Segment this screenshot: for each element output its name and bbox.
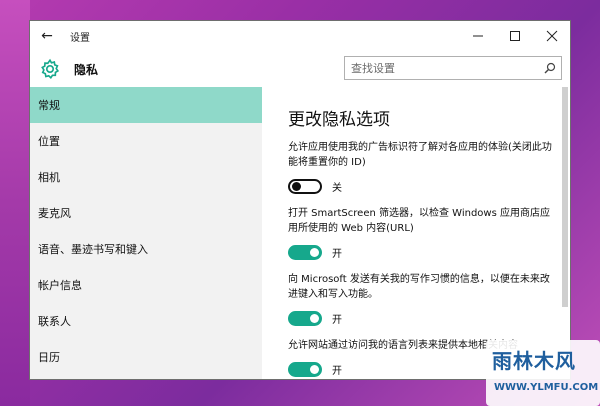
sidebar-item-label: 日历	[38, 351, 60, 364]
toggle-state-label: 开	[332, 248, 342, 260]
toggle-state-label: 开	[332, 365, 342, 377]
settings-header: 隐私	[30, 51, 570, 87]
sidebar-item-label: 麦克风	[38, 207, 71, 220]
sidebar-item-label: 位置	[38, 135, 60, 148]
toggle-row: 开	[288, 242, 560, 262]
sidebar-item-speech-inking-typing[interactable]: 语音、墨迹书写和键入	[30, 231, 262, 267]
sidebar-item-location[interactable]: 位置	[30, 123, 262, 159]
setting-smartscreen: 打开 SmartScreen 筛选器，以检查 Windows 应用商店应用所使用…	[288, 206, 560, 262]
close-icon	[546, 30, 557, 42]
sidebar-item-camera[interactable]: 相机	[30, 159, 262, 195]
sidebar-item-label: 帐户信息	[38, 279, 82, 292]
toggle-state-label: 关	[332, 182, 342, 194]
sidebar-item-microphone[interactable]: 麦克风	[30, 195, 262, 231]
setting-advertising-id: 允许应用使用我的广告标识符了解对各应用的体验(关闭此功能将重置你的 ID) 关	[288, 140, 560, 196]
toggle-row: 关	[288, 176, 560, 196]
search-input[interactable]	[345, 57, 539, 79]
sidebar: 常规 位置 相机 麦克风 语音、墨迹书写和键入 帐户信息 联系人 日历	[30, 87, 262, 379]
minimize-button[interactable]	[459, 21, 496, 51]
search-box[interactable]	[344, 56, 562, 80]
settings-window: ← 设置 隐私 查找设置 常规 位置 相机 麦克风 语音、墨迹书写和键入 帐户信…	[29, 20, 571, 380]
window-title: 设置	[70, 32, 90, 44]
sidebar-item-calendar[interactable]: 日历	[30, 339, 262, 375]
maximize-icon	[509, 31, 520, 41]
sidebar-item-label: 常规	[38, 99, 60, 112]
toggle-knob	[310, 313, 319, 323]
search-icon[interactable]	[539, 57, 561, 79]
watermark-title: 雨林木风	[492, 349, 576, 373]
close-button[interactable]	[533, 21, 570, 51]
toggle-knob	[310, 364, 319, 374]
sidebar-item-label: 语音、墨迹书写和键入	[38, 243, 148, 256]
window-controls	[459, 21, 570, 51]
page-title: 更改隐私选项	[288, 110, 390, 130]
toggle-knob	[310, 247, 319, 257]
setting-description: 向 Microsoft 发送有关我的写作习惯的信息，以便在未来改进键入和写入功能…	[288, 274, 550, 300]
desktop-background	[0, 0, 30, 406]
toggle-state-label: 开	[332, 314, 342, 326]
settings-body: 常规 位置 相机 麦克风 语音、墨迹书写和键入 帐户信息 联系人 日历 更改隐私…	[30, 87, 570, 379]
setting-description: 允许应用使用我的广告标识符了解对各应用的体验(关闭此功能将重置你的 ID)	[288, 142, 552, 168]
watermark-url: WWW.YLMFU.COM	[494, 382, 599, 393]
smartscreen-toggle[interactable]	[288, 244, 322, 260]
setting-writing-info: 向 Microsoft 发送有关我的写作习惯的信息，以便在未来改进键入和写入功能…	[288, 272, 560, 328]
setting-description: 打开 SmartScreen 筛选器，以检查 Windows 应用商店应用所使用…	[288, 208, 550, 234]
back-button[interactable]: ←	[30, 21, 64, 51]
minimize-icon	[472, 35, 483, 37]
sidebar-item-general[interactable]: 常规	[30, 87, 262, 123]
sidebar-item-account-info[interactable]: 帐户信息	[30, 267, 262, 303]
sidebar-item-label: 联系人	[38, 315, 71, 328]
watermark-logo: 雨林木风 WWW.YLMFU.COM	[486, 340, 600, 406]
scrollbar[interactable]	[562, 87, 568, 307]
advertising-id-toggle[interactable]	[288, 178, 322, 194]
gear-icon	[38, 57, 62, 81]
toggle-knob	[292, 181, 301, 191]
language-list-toggle[interactable]	[288, 361, 322, 377]
page-section-title: 隐私	[74, 62, 99, 77]
writing-info-toggle[interactable]	[288, 310, 322, 326]
content-pane: 更改隐私选项 允许应用使用我的广告标识符了解对各应用的体验(关闭此功能将重置你的…	[278, 87, 560, 379]
toggle-row: 开	[288, 308, 560, 328]
maximize-button[interactable]	[496, 21, 533, 51]
sidebar-item-contacts[interactable]: 联系人	[30, 303, 262, 339]
back-arrow-icon: ←	[41, 28, 53, 44]
title-bar: ← 设置	[30, 21, 570, 51]
sidebar-item-label: 相机	[38, 171, 60, 184]
